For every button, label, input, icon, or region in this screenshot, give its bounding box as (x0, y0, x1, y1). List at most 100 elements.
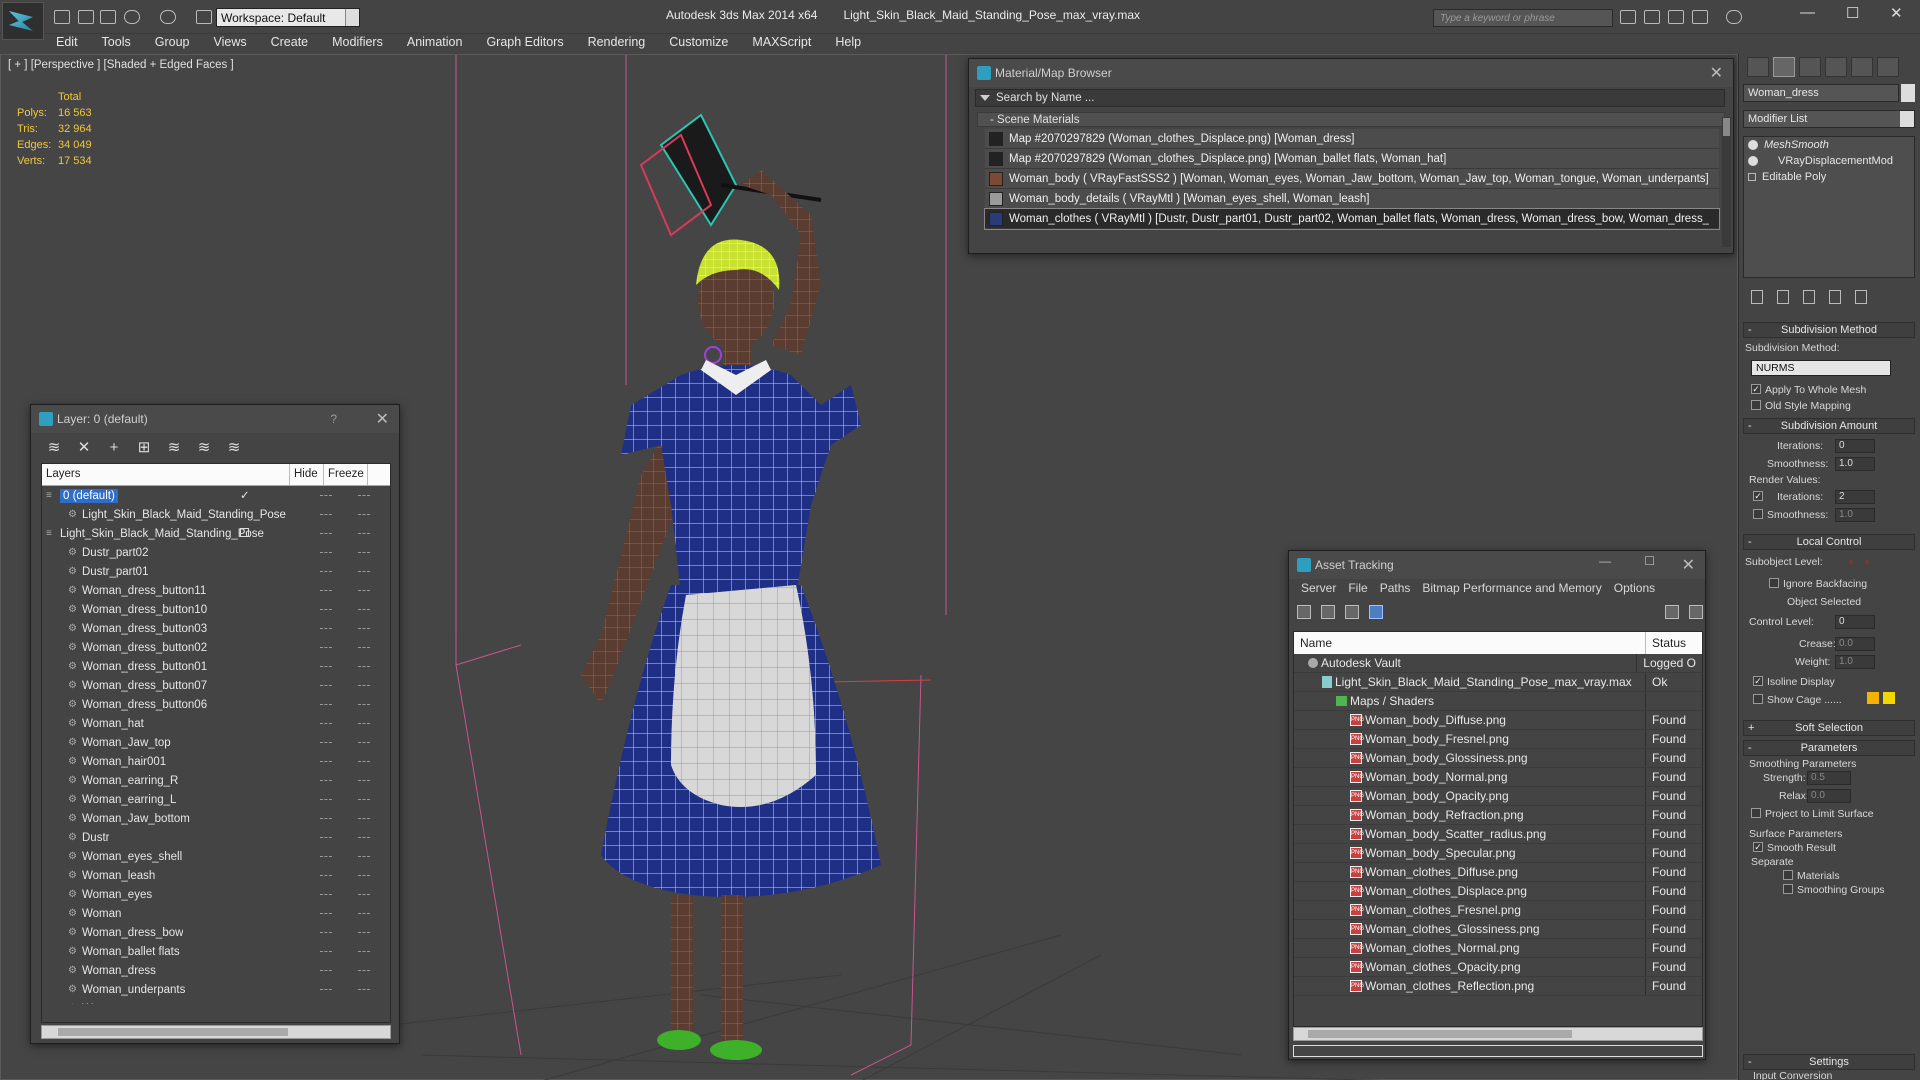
edge-level-icon[interactable]: ◦ (1865, 554, 1870, 569)
new-file-icon[interactable] (54, 10, 70, 24)
menu-item-help[interactable]: Help (823, 34, 873, 54)
freeze-toggle[interactable] (358, 704, 370, 705)
modifier-stack-item[interactable]: Editable Poly (1744, 169, 1914, 185)
redo-icon[interactable] (160, 10, 176, 24)
asset-row[interactable]: PNG Woman_clothes_Fresnel.png Found (1294, 901, 1702, 920)
asset-horizontal-scrollbar[interactable] (1293, 1027, 1703, 1041)
iterations-spinner[interactable]: 0 (1835, 439, 1875, 453)
layer-row[interactable]: ⚙ Woman_hair001 (42, 752, 390, 771)
asset-row[interactable]: PNG Woman_body_Refraction.png Found (1294, 806, 1702, 825)
hide-toggle[interactable] (320, 799, 332, 800)
hide-toggle[interactable] (320, 951, 332, 952)
menu-item-create[interactable]: Create (259, 34, 321, 54)
app-menu-button[interactable] (2, 2, 44, 40)
settings-icon[interactable] (1689, 605, 1703, 619)
hide-toggle[interactable] (320, 495, 332, 496)
menu-item-rendering[interactable]: Rendering (576, 34, 658, 54)
menu-item-tools[interactable]: Tools (90, 34, 143, 54)
close-icon[interactable]: ✕ (376, 409, 389, 429)
freeze-toggle[interactable] (358, 552, 370, 553)
hide-toggle[interactable] (320, 932, 332, 933)
favorites-icon[interactable] (1692, 10, 1708, 24)
help-icon[interactable]: ? (330, 412, 337, 426)
freeze-toggle[interactable] (358, 723, 370, 724)
asset-row[interactable]: Maps / Shaders (1294, 692, 1702, 711)
hide-toggle[interactable] (320, 913, 332, 914)
thumbnail-view-icon[interactable] (1345, 605, 1359, 619)
layer-row[interactable]: ⚙ Woman_ballet flats (42, 942, 390, 961)
scrollbar-thumb[interactable] (58, 1028, 288, 1036)
hide-toggle[interactable] (320, 533, 332, 534)
project-limit-surface-checkbox[interactable] (1751, 808, 1761, 818)
asset-menu-paths[interactable]: Paths (1374, 579, 1417, 599)
smoothness-spinner[interactable]: 1.0 (1835, 457, 1875, 471)
freeze-toggle[interactable] (358, 742, 370, 743)
menu-item-modifiers[interactable]: Modifiers (320, 34, 395, 54)
hide-toggle[interactable] (320, 647, 332, 648)
layer-row[interactable]: ⚙ Woman_Jaw_top (42, 733, 390, 752)
help-icon[interactable] (1665, 605, 1679, 619)
material-list-item[interactable]: Map #2070297829 (Woman_clothes_Displace.… (985, 149, 1719, 169)
layer-row[interactable]: ⚙ Woman_dress_button11 (42, 581, 390, 600)
close-button[interactable]: ✕ (1890, 4, 1903, 22)
hide-toggle[interactable] (320, 552, 332, 553)
layer-row[interactable]: ⚙ Woman_dress_button01 (42, 657, 390, 676)
asset-row[interactable]: PNG Woman_body_Glossiness.png Found (1294, 749, 1702, 768)
hide-toggle[interactable] (320, 970, 332, 971)
material-list-item[interactable]: Woman_body ( VRayFastSSS2 ) [Woman, Woma… (985, 169, 1719, 189)
soft-selection-header[interactable]: + Soft Selection (1743, 720, 1915, 736)
asset-menu-file[interactable]: File (1342, 579, 1373, 599)
control-level-spinner[interactable]: 0 (1835, 615, 1875, 629)
modifier-stack-item[interactable]: MeshSmooth (1744, 137, 1914, 153)
subscription-icon[interactable] (1644, 10, 1660, 24)
expand-icon[interactable] (1748, 173, 1756, 181)
material-list-scrollbar[interactable] (1722, 117, 1731, 247)
asset-row[interactable]: PNG Woman_body_Specular.png Found (1294, 844, 1702, 863)
lightbulb-icon[interactable] (1748, 140, 1758, 150)
cage-color-swatch-1[interactable] (1867, 692, 1879, 704)
modify-tab-icon[interactable] (1773, 57, 1795, 77)
hide-all-icon[interactable]: ≋ (195, 439, 213, 457)
menu-item-graph-editors[interactable]: Graph Editors (474, 34, 575, 54)
motion-tab-icon[interactable] (1825, 57, 1847, 77)
layer-active-box-icon[interactable] (240, 528, 249, 537)
asset-row[interactable]: PNG Woman_clothes_Displace.png Found (1294, 882, 1702, 901)
asset-row[interactable]: PNG Woman_body_Fresnel.png Found (1294, 730, 1702, 749)
separate-materials-checkbox[interactable] (1783, 870, 1793, 880)
layer-row[interactable]: ⚙ Light_Skin_Black_Maid_Standing_Pose (42, 505, 390, 524)
modifier-list-dropdown[interactable]: Modifier List (1743, 110, 1915, 128)
hide-toggle[interactable] (320, 514, 332, 515)
menu-item-animation[interactable]: Animation (395, 34, 475, 54)
ignore-backfacing-checkbox[interactable] (1769, 578, 1779, 588)
layer-row[interactable]: ⚙ Woman_dress_button10 (42, 600, 390, 619)
open-file-icon[interactable] (78, 10, 94, 24)
asset-row[interactable]: Light_Skin_Black_Maid_Standing_Pose_max_… (1294, 673, 1702, 692)
object-color-swatch[interactable] (1901, 84, 1915, 102)
modifier-stack-item[interactable]: VRayDisplacementMod (1744, 153, 1914, 169)
freeze-toggle[interactable] (358, 799, 370, 800)
render-smoothness-checkbox[interactable] (1753, 509, 1763, 519)
workspace-dropdown[interactable]: Workspace: Default (216, 8, 360, 27)
undo-icon[interactable] (124, 10, 140, 24)
separate-smoothing-groups-checkbox[interactable] (1783, 884, 1793, 894)
asset-row[interactable]: PNG Woman_body_Diffuse.png Found (1294, 711, 1702, 730)
layer-row[interactable]: ⚙ Dustr_part01 (42, 562, 390, 581)
maximize-button[interactable]: ☐ (1846, 4, 1859, 22)
subdivision-method-header[interactable]: - Subdivision Method (1743, 322, 1915, 338)
freeze-toggle[interactable] (358, 495, 370, 496)
hide-toggle[interactable] (320, 780, 332, 781)
freeze-toggle[interactable] (358, 666, 370, 667)
show-cage-checkbox[interactable] (1753, 694, 1763, 704)
layer-row[interactable]: ⚙ Dustr_part02 (42, 543, 390, 562)
freeze-toggle[interactable] (358, 533, 370, 534)
layer-row[interactable]: ⚙ Woman_earring_R (42, 771, 390, 790)
asset-row[interactable]: PNG Woman_body_Scatter_radius.png Found (1294, 825, 1702, 844)
viewport-label[interactable]: [ + ] [Perspective ] [Shaded + Edged Fac… (8, 59, 234, 71)
material-search-input[interactable]: Search by Name ... (975, 89, 1725, 107)
asset-row[interactable]: PNG Woman_body_Opacity.png Found (1294, 787, 1702, 806)
create-tab-icon[interactable] (1747, 57, 1769, 77)
asset-row[interactable]: PNG Woman_clothes_Reflection.png Found (1294, 977, 1702, 996)
save-file-icon[interactable] (100, 10, 116, 24)
asset-row[interactable]: PNG Woman_clothes_Normal.png Found (1294, 939, 1702, 958)
strength-spinner[interactable]: 0.5 (1807, 771, 1851, 785)
